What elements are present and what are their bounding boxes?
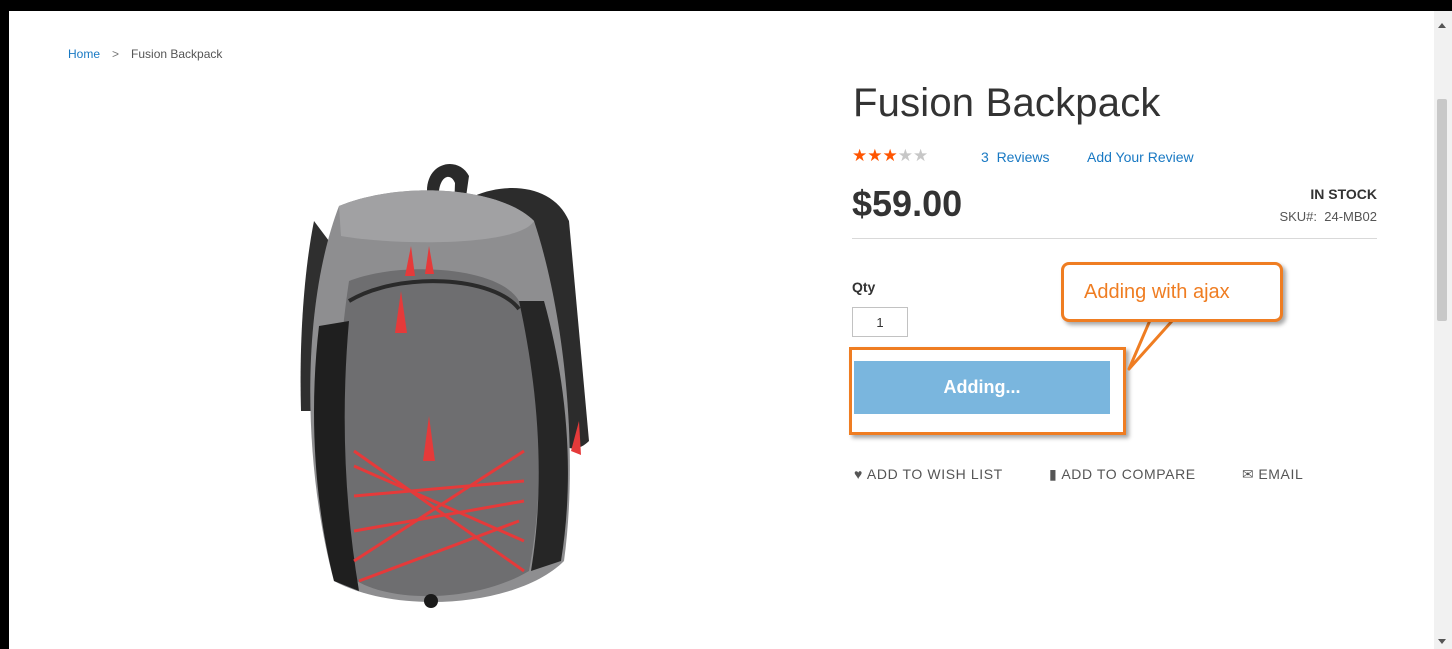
annotation-highlight-box <box>849 347 1126 435</box>
reviews-link[interactable]: 3 Reviews <box>981 149 1049 165</box>
breadcrumb-current: Fusion Backpack <box>131 47 223 61</box>
product-image[interactable] <box>279 151 619 621</box>
bar-chart-icon: ▮ <box>1049 466 1058 482</box>
wishlist-label: ADD TO WISH LIST <box>866 466 1003 482</box>
add-review-link[interactable]: Add Your Review <box>1087 149 1194 165</box>
divider <box>852 238 1377 239</box>
star-empty-icon: ★ <box>897 146 913 165</box>
product-sku: SKU#: 24-MB02 <box>1279 209 1377 224</box>
breadcrumb-home-link[interactable]: Home <box>68 47 100 61</box>
scroll-down-icon[interactable] <box>1438 639 1446 644</box>
product-title: Fusion Backpack <box>853 81 1161 125</box>
email-label: EMAIL <box>1258 466 1304 482</box>
qty-label: Qty <box>852 279 876 295</box>
scroll-thumb[interactable] <box>1437 99 1447 321</box>
breadcrumb-separator: > <box>112 47 120 61</box>
envelope-icon: ✉ <box>1242 466 1255 482</box>
annotation-callout: Adding with ajax <box>1061 262 1283 322</box>
star-icon: ★ <box>852 146 868 165</box>
star-icon: ★ <box>867 146 883 165</box>
star-icon: ★ <box>882 146 898 165</box>
product-price: $59.00 <box>852 183 963 224</box>
heart-icon: ♥ <box>854 466 863 482</box>
qty-input[interactable] <box>852 307 908 337</box>
add-to-wishlist-link[interactable]: ♥ ADD TO WISH LIST <box>854 466 1003 482</box>
rating-stars: ★★★★★ <box>852 146 928 166</box>
breadcrumb: Home > Fusion Backpack <box>68 47 222 61</box>
vertical-scrollbar[interactable] <box>1434 11 1452 649</box>
email-link[interactable]: ✉ EMAIL <box>1242 466 1303 483</box>
browser-viewport: Home > Fusion Backpack Fusion Backpack ★★★… <box>9 11 1434 649</box>
star-empty-icon: ★ <box>913 146 929 165</box>
scroll-up-icon[interactable] <box>1438 23 1446 28</box>
add-to-compare-link[interactable]: ▮ ADD TO COMPARE <box>1049 466 1196 483</box>
stock-status: IN STOCK <box>1310 186 1377 202</box>
compare-label: ADD TO COMPARE <box>1061 466 1196 482</box>
